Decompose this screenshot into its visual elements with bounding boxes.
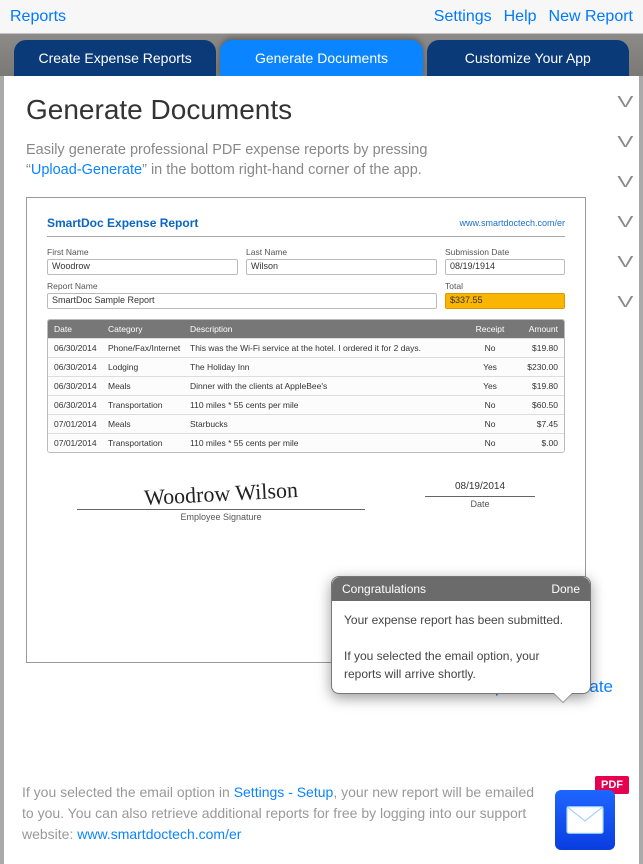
upload-generate-inline-link[interactable]: Upload-Generate [31, 162, 142, 178]
last-name-field: Wilson [246, 259, 437, 275]
table-row: 07/01/2014MealsStarbucksNo$7.45 [48, 414, 564, 433]
tab-create-expense-reports[interactable]: Create Expense Reports [14, 40, 216, 76]
pdf-email-icon[interactable]: PDF [555, 784, 621, 850]
chevron-down-icon[interactable]: V [618, 94, 634, 112]
envelope-icon [566, 805, 604, 835]
chevron-down-icon[interactable]: V [618, 134, 634, 152]
popup-body-1: Your expense report has been submitted. [344, 611, 578, 629]
tab-bar: Create Expense Reports Generate Document… [0, 34, 643, 76]
page-lead: Easily generate professional PDF expense… [26, 140, 446, 181]
page-title: Generate Documents [26, 94, 617, 126]
chevron-down-icon[interactable]: V [618, 174, 634, 192]
support-website-link[interactable]: www.smartdoctech.com/er [77, 826, 241, 842]
report-name-field: SmartDoc Sample Report [47, 293, 437, 309]
report-url: www.smartdoctech.com/er [459, 218, 565, 228]
chevron-column: V V V V V V [620, 94, 631, 312]
table-row: 06/30/2014LodgingThe Holiday InnYes$230.… [48, 357, 564, 376]
chevron-down-icon[interactable]: V [618, 294, 634, 312]
popup-body-2: If you selected the email option, your r… [344, 647, 578, 683]
back-button[interactable]: Reports [10, 8, 66, 26]
footer-text: If you selected the email option in Sett… [22, 782, 543, 845]
table-row: 07/01/2014Transportation110 miles * 55 c… [48, 433, 564, 452]
table-header: Date Category Description Receipt Amount [48, 320, 564, 338]
report-preview: SmartDoc Expense Report www.smartdoctech… [26, 197, 586, 663]
help-button[interactable]: Help [504, 8, 537, 26]
table-row: 06/30/2014MealsDinner with the clients a… [48, 376, 564, 395]
signature-date: 08/19/2014 [425, 481, 535, 494]
tab-generate-documents[interactable]: Generate Documents [220, 40, 422, 76]
total-field: $337.55 [445, 293, 565, 309]
first-name-field: Woodrow [47, 259, 238, 275]
first-name-label: First Name [47, 247, 238, 257]
submission-date-label: Submission Date [445, 247, 565, 257]
chevron-down-icon[interactable]: V [618, 214, 634, 232]
chevron-down-icon[interactable]: V [618, 254, 634, 272]
total-label: Total [445, 281, 565, 291]
tab-customize-your-app[interactable]: Customize Your App [427, 40, 629, 76]
popup-title: Congratulations [342, 582, 426, 596]
report-name-label: Report Name [47, 281, 437, 291]
navbar: Reports Settings Help New Report [0, 0, 643, 34]
popup-done-button[interactable]: Done [551, 582, 580, 596]
footer: If you selected the email option in Sett… [4, 768, 639, 864]
new-report-button[interactable]: New Report [549, 8, 633, 26]
signature-date-label: Date [425, 496, 535, 509]
submission-date-field: 08/19/1914 [445, 259, 565, 275]
table-row: 06/30/2014Phone/Fax/InternetThis was the… [48, 338, 564, 357]
congratulations-popup: Congratulations Done Your expense report… [331, 576, 591, 694]
settings-button[interactable]: Settings [434, 8, 492, 26]
expense-table: Date Category Description Receipt Amount… [47, 319, 565, 453]
table-row: 06/30/2014Transportation110 miles * 55 c… [48, 395, 564, 414]
page-content: V V V V V V Generate Documents Easily ge… [4, 76, 639, 768]
settings-setup-link[interactable]: Settings - Setup [234, 784, 334, 800]
last-name-label: Last Name [246, 247, 437, 257]
